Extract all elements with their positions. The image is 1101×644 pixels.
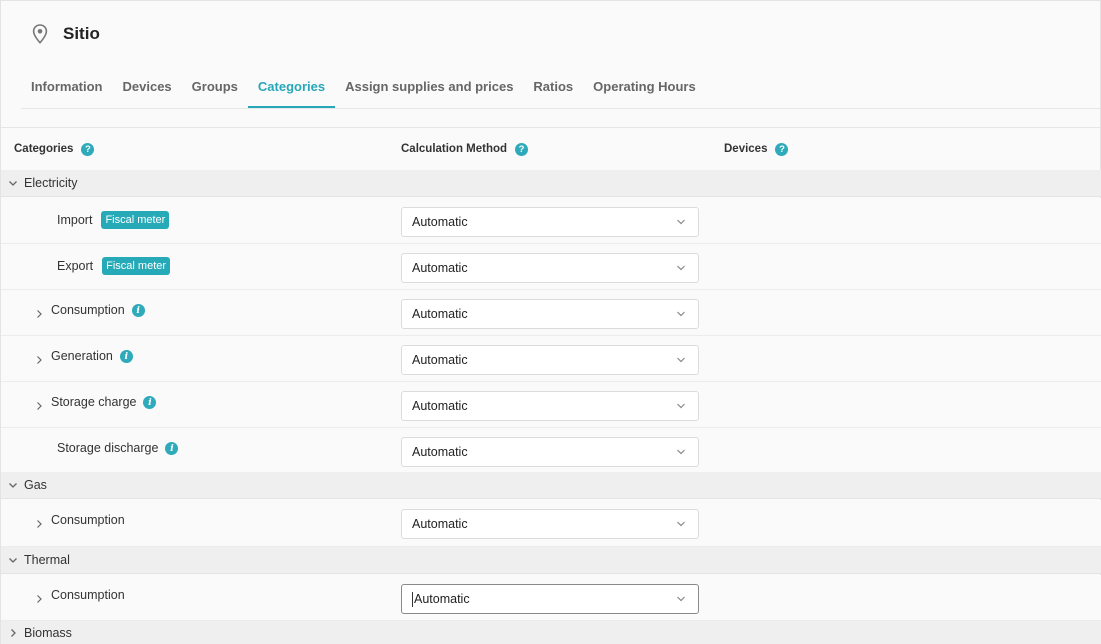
chevron-right-icon[interactable] xyxy=(34,594,44,604)
chevron-down-icon xyxy=(677,521,685,527)
group-row-gas[interactable]: Gas xyxy=(1,472,1101,499)
site-header: Sitio xyxy=(1,1,1100,67)
chevron-down-icon xyxy=(677,449,685,455)
category-name: Export xyxy=(57,259,94,273)
category-row-export: Export Fiscal meter Automatic xyxy=(1,244,1101,290)
calculation-method-select[interactable]: Automatic xyxy=(401,584,699,614)
info-icon[interactable]: i xyxy=(131,303,145,317)
category-row-consumption: Consumption Automatic xyxy=(1,575,1101,621)
chevron-down-icon xyxy=(677,265,685,271)
page: Sitio Information Devices Groups Categor… xyxy=(0,0,1101,644)
select-value: Automatic xyxy=(412,261,468,275)
column-header-devices: Devices ? xyxy=(724,142,789,156)
group-name: Gas xyxy=(24,478,47,492)
category-row-consumption: Consumption i Automatic xyxy=(1,290,1101,336)
group-name: Biomass xyxy=(24,626,72,640)
category-label: Storage charge i xyxy=(51,395,157,409)
category-label: Import Fiscal meter xyxy=(57,211,170,229)
category-name: Storage discharge xyxy=(57,441,159,455)
calculation-method-select[interactable]: Automatic xyxy=(401,299,699,329)
category-name: Generation xyxy=(51,349,113,363)
column-header-label: Calculation Method xyxy=(401,143,508,155)
category-row-storage-discharge: Storage discharge i Automatic xyxy=(1,428,1101,474)
category-row-generation: Generation i Automatic xyxy=(1,336,1101,382)
chevron-right-icon[interactable] xyxy=(7,627,19,639)
column-header-label: Categories xyxy=(14,143,74,155)
table-header: Categories ? Calculation Method ? Device… xyxy=(1,128,1100,171)
column-header-categories: Categories ? xyxy=(14,142,95,156)
tab-devices[interactable]: Devices xyxy=(113,67,182,108)
select-value: Automatic xyxy=(414,592,470,606)
column-header-label: Devices xyxy=(724,143,768,155)
tab-information[interactable]: Information xyxy=(21,67,113,108)
calculation-method-select[interactable]: Automatic xyxy=(401,207,699,237)
info-icon[interactable]: i xyxy=(165,441,179,455)
chevron-down-icon xyxy=(677,403,685,409)
fiscal-meter-badge: Fiscal meter xyxy=(102,257,171,275)
tab-categories[interactable]: Categories xyxy=(247,67,336,108)
category-row-import: Import Fiscal meter Automatic xyxy=(1,198,1101,244)
group-name: Electricity xyxy=(24,176,78,190)
category-label: Generation i xyxy=(51,349,133,363)
calculation-method-select[interactable]: Automatic xyxy=(401,509,699,539)
select-value: Automatic xyxy=(412,353,468,367)
page-title: Sitio xyxy=(63,24,100,43)
category-label: Export Fiscal meter xyxy=(57,257,171,275)
fiscal-meter-badge: Fiscal meter xyxy=(101,211,170,229)
chevron-down-icon xyxy=(677,219,685,225)
chevron-down-icon[interactable] xyxy=(7,177,19,189)
category-label: Consumption xyxy=(51,513,125,527)
select-value: Automatic xyxy=(412,307,468,321)
select-value: Automatic xyxy=(412,399,468,413)
tab-groups[interactable]: Groups xyxy=(182,67,248,108)
text-cursor xyxy=(412,591,413,607)
chevron-down-icon[interactable] xyxy=(7,479,19,491)
select-value: Automatic xyxy=(412,215,468,229)
calculation-method-select[interactable]: Automatic xyxy=(401,253,699,283)
chevron-down-icon xyxy=(677,311,685,317)
calculation-method-select[interactable]: Automatic xyxy=(401,437,699,467)
tab-operating-hours[interactable]: Operating Hours xyxy=(583,67,706,108)
category-name: Consumption xyxy=(51,588,125,602)
group-row-thermal[interactable]: Thermal xyxy=(1,547,1101,574)
help-icon[interactable]: ? xyxy=(515,142,529,156)
category-name: Consumption xyxy=(51,303,125,317)
help-icon[interactable]: ? xyxy=(81,142,95,156)
category-name: Import xyxy=(57,213,93,227)
category-row-storage-charge: Storage charge i Automatic xyxy=(1,382,1101,428)
group-name: Thermal xyxy=(24,553,70,567)
category-name: Consumption xyxy=(51,513,125,527)
tab-assign-supplies-and-prices[interactable]: Assign supplies and prices xyxy=(335,67,523,108)
chevron-right-icon[interactable] xyxy=(34,519,44,529)
chevron-down-icon xyxy=(677,357,685,363)
category-label: Consumption i xyxy=(51,303,145,317)
group-row-biomass[interactable]: Biomass xyxy=(1,621,1101,644)
column-header-calculation-method: Calculation Method ? xyxy=(401,142,529,156)
category-row-consumption: Consumption Automatic xyxy=(1,500,1101,547)
category-label: Storage discharge i xyxy=(57,441,179,455)
chevron-down-icon xyxy=(677,596,685,602)
select-value: Automatic xyxy=(412,445,468,459)
chevron-right-icon[interactable] xyxy=(34,355,44,365)
tab-ratios[interactable]: Ratios xyxy=(523,67,583,108)
group-row-electricity[interactable]: Electricity xyxy=(1,170,1101,197)
info-icon[interactable]: i xyxy=(143,395,157,409)
chevron-right-icon[interactable] xyxy=(34,401,44,411)
tab-bar: Information Devices Groups Categories As… xyxy=(21,67,1100,109)
category-label: Consumption xyxy=(51,588,125,602)
calculation-method-select[interactable]: Automatic xyxy=(401,345,699,375)
help-icon[interactable]: ? xyxy=(775,142,789,156)
info-icon[interactable]: i xyxy=(119,349,133,363)
chevron-down-icon[interactable] xyxy=(7,554,19,566)
category-name: Storage charge xyxy=(51,395,137,409)
calculation-method-select[interactable]: Automatic xyxy=(401,391,699,421)
chevron-right-icon[interactable] xyxy=(34,309,44,319)
location-pin-icon xyxy=(31,23,49,45)
section-divider xyxy=(1,109,1100,128)
select-value: Automatic xyxy=(412,517,468,531)
